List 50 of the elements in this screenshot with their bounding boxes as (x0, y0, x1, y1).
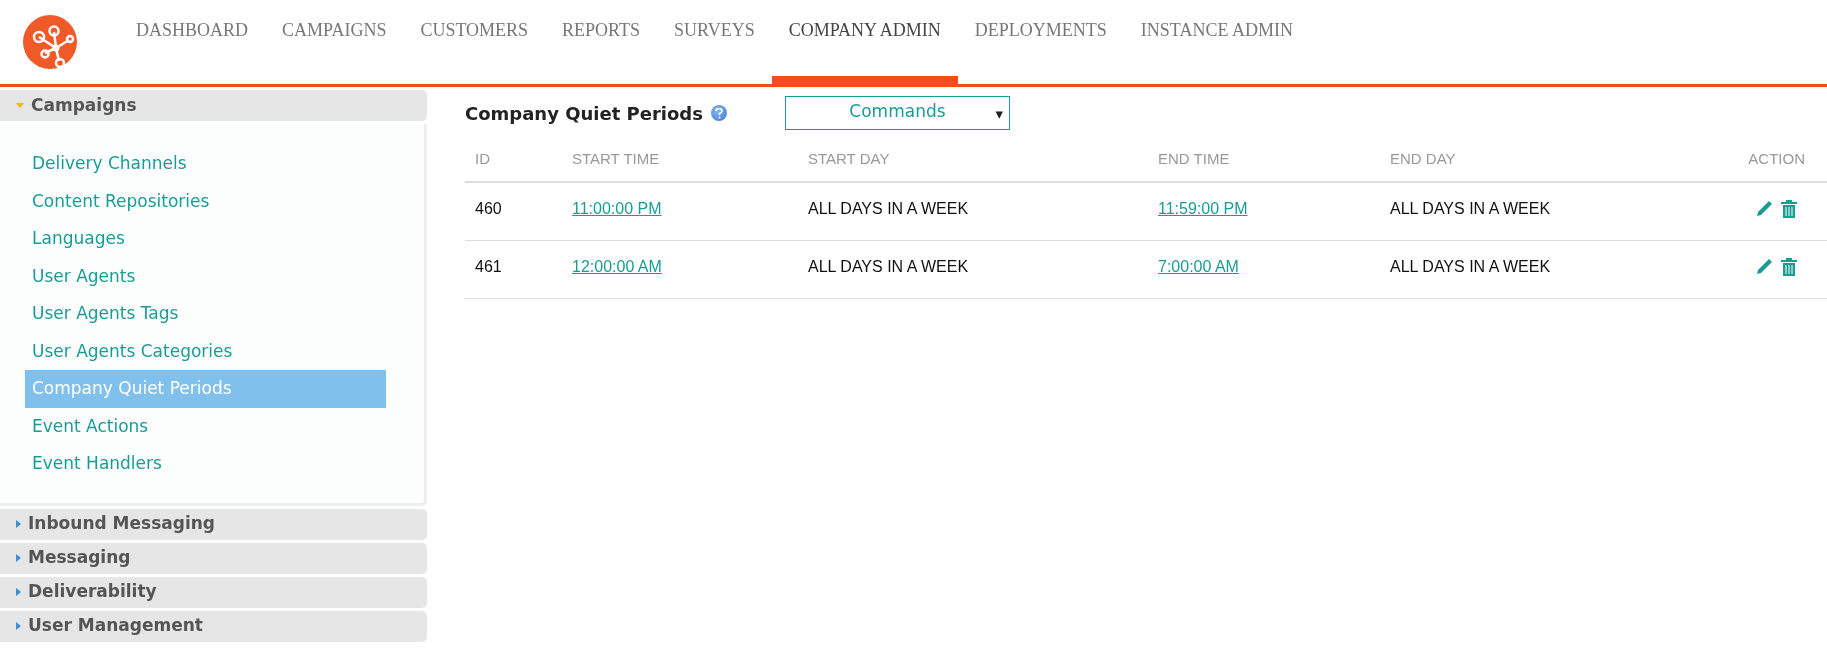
column-header: END DAY (1380, 137, 1680, 182)
table-cell: 460 (475, 200, 502, 217)
page-title: Company Quiet Periods (465, 101, 703, 126)
time-link[interactable]: 11:00:00 PM (572, 200, 662, 217)
table-cell: ALL DAYS IN A WEEK (1390, 200, 1551, 217)
sidebar-link[interactable]: Content Repositories (25, 182, 386, 220)
expand-icon (16, 520, 21, 528)
column-header: START DAY (798, 137, 1148, 182)
sidebar-link[interactable]: User Agents Categories (25, 332, 386, 370)
expand-icon (16, 622, 21, 630)
sidebar-link[interactable]: User Agents (25, 257, 386, 295)
column-header: END TIME (1148, 137, 1380, 182)
table-cell: ALL DAYS IN A WEEK (1390, 257, 1551, 275)
section-header[interactable]: Messaging (0, 542, 427, 574)
column-header: START TIME (562, 137, 798, 182)
nav-tab[interactable]: DEPLOYMENTS (957, 0, 1124, 84)
time-link[interactable]: 7:00:00 AM (1158, 257, 1239, 275)
table-cell: ALL DAYS IN A WEEK (808, 200, 969, 217)
nav-tab[interactable]: CAMPAIGNS (265, 0, 404, 84)
sidebar-link[interactable]: Event Handlers (25, 445, 386, 483)
expand-icon (16, 554, 21, 562)
sidebar-link[interactable]: User Agents Tags (25, 295, 386, 333)
nav-tab[interactable]: INSTANCE ADMIN (1123, 0, 1310, 84)
sidebar-link[interactable]: Delivery Channels (25, 145, 386, 183)
help-icon[interactable] (710, 105, 727, 121)
commands-dropdown[interactable]: Commands ▾ (784, 96, 1010, 130)
table-cell: ALL DAYS IN A WEEK (808, 257, 969, 275)
expand-icon (16, 588, 21, 596)
edit-icon[interactable] (1756, 199, 1774, 217)
section-header[interactable]: Inbound Messaging (0, 508, 427, 540)
trash-icon[interactable] (1781, 256, 1797, 276)
nav-tab[interactable]: DASHBOARD (119, 0, 266, 84)
section-header[interactable]: User Management (0, 610, 427, 642)
edit-icon[interactable] (1756, 256, 1774, 275)
nav-tab[interactable]: SURVEYS (657, 0, 772, 84)
logo-icon[interactable] (23, 15, 77, 69)
nav-tab[interactable]: CUSTOMERS (403, 0, 546, 84)
column-header: ID (465, 137, 562, 182)
time-link[interactable]: 11:59:00 PM (1158, 200, 1248, 217)
table-cell: 461 (475, 257, 502, 275)
time-link[interactable]: 12:00:00 AM (572, 257, 662, 275)
nav-tab[interactable]: COMPANY ADMIN (771, 0, 958, 84)
trash-icon[interactable] (1781, 199, 1797, 218)
section-header[interactable]: Deliverability (0, 576, 427, 608)
expand-icon (16, 103, 24, 108)
sidebar-link[interactable]: Languages (25, 220, 386, 258)
sidebar-link[interactable]: Event Actions (25, 407, 386, 445)
column-header: ACTION (1680, 137, 1827, 182)
section-header[interactable]: Campaigns (0, 90, 427, 121)
nav-tab[interactable]: REPORTS (545, 0, 658, 84)
